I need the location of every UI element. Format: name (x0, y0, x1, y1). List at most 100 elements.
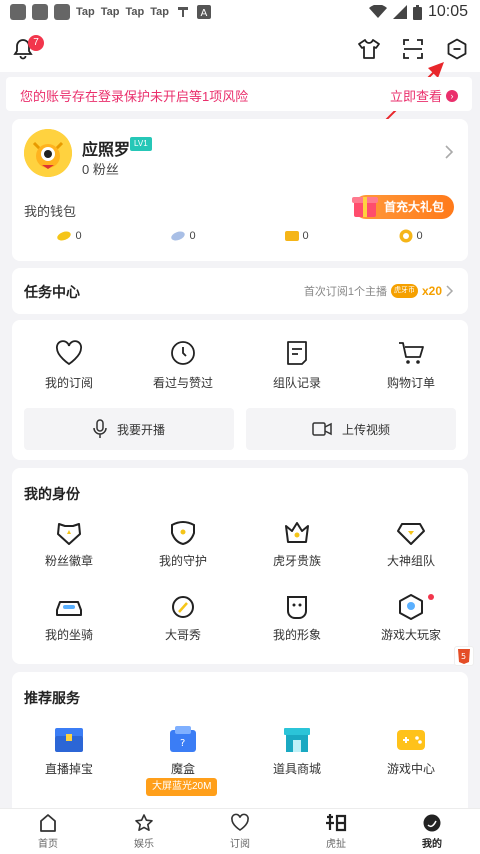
tiger-avatar-icon (24, 129, 72, 177)
html5-icon[interactable]: 5 (454, 646, 474, 666)
tab-huche[interactable]: 虎扯 (288, 809, 384, 854)
quick-label: 看过与赞过 (152, 376, 213, 390)
video-camera-icon (312, 422, 332, 436)
clock-icon (171, 341, 195, 365)
huya-coin-icon (399, 229, 413, 243)
shopping-orders[interactable]: 购物订单 (354, 340, 468, 391)
watched-and-liked[interactable]: 看过与赞过 (126, 340, 240, 391)
arrow-right-circle-icon: › (446, 89, 458, 102)
balance-value: 0 (416, 230, 423, 242)
wifi-icon (368, 5, 387, 18)
master-team[interactable]: 大神组队 (354, 520, 468, 569)
svg-text:?: ? (180, 738, 185, 749)
profile-tab-icon (423, 814, 441, 832)
battery-icon (412, 4, 422, 20)
alert-view-label: 立即查看 (389, 89, 442, 104)
big-brother-show[interactable]: 大哥秀 (126, 594, 240, 643)
identity-label: 大哥秀 (164, 628, 201, 642)
task-reward: x20 (421, 284, 442, 298)
tab-label: 订阅 (230, 839, 250, 850)
signal-icon (392, 5, 407, 19)
alert-text: 您的账号存在登录保护未开启等1项风险 (20, 89, 249, 104)
svg-text:5: 5 (461, 652, 466, 661)
service-label: 游戏中心 (386, 762, 435, 776)
status-app-icon (54, 4, 70, 20)
task-center-row[interactable]: 任务中心 首次订阅1个主播 虎牙币 x20 (12, 268, 468, 314)
status-a-icon: A (197, 5, 211, 19)
tab-entertainment[interactable]: 娱乐 (96, 809, 192, 854)
status-tap-label: Tap (100, 6, 120, 18)
chevron-right-icon (446, 285, 454, 297)
feather-icon (172, 596, 194, 618)
face-icon (287, 596, 307, 619)
huche-logo-icon (326, 814, 347, 832)
identity-label: 我的形象 (272, 628, 321, 642)
tab-label: 首页 (38, 839, 58, 850)
first-charge-gift-button[interactable]: 首充大礼包 (351, 195, 454, 219)
profile-card: 应照罗 LV1 0 粉丝 我的钱包 首充大礼包 0 0 0 0 (12, 119, 468, 261)
quick-label: 购物订单 (386, 376, 435, 390)
quick-actions-card: 我的订阅 看过与赞过 组队记录 购物订单 我要开播 上传视频 (12, 320, 468, 460)
svg-text:A: A (201, 8, 208, 19)
heart-icon (56, 340, 82, 366)
security-alert[interactable]: 您的账号存在登录保护未开启等1项风险 立即查看 › (6, 77, 472, 111)
magic-box-icon: ? (170, 726, 196, 752)
upload-video-button[interactable]: 上传视频 (246, 408, 456, 450)
my-image[interactable]: 我的形象 (240, 594, 354, 643)
my-subscriptions[interactable]: 我的订阅 (12, 340, 126, 391)
tab-mine[interactable]: 我的 (384, 809, 480, 854)
alert-view-link[interactable]: 立即查看 › (390, 86, 458, 105)
coupon-balance[interactable]: 0 (240, 229, 354, 243)
settings-icon (447, 38, 467, 60)
shirt-icon (358, 39, 380, 59)
tab-label: 娱乐 (134, 839, 154, 850)
status-time: 10:05 (427, 3, 468, 20)
star-icon (135, 814, 153, 831)
silver-bean-balance[interactable]: 0 (126, 229, 240, 243)
my-guardian[interactable]: 我的守护 (126, 520, 240, 569)
notification-button[interactable]: 7 (6, 32, 44, 66)
silver-bean-icon (171, 231, 186, 241)
status-tap-label: Tap (125, 6, 145, 18)
tab-home[interactable]: 首页 (0, 809, 96, 854)
tab-subscribe[interactable]: 订阅 (192, 809, 288, 854)
avatar[interactable] (24, 129, 72, 177)
notification-badge: 7 (28, 35, 44, 51)
task-center-title: 任务中心 (24, 284, 80, 300)
wallet-balances: 0 0 0 0 (12, 229, 468, 243)
magic-box[interactable]: ? 魔盒 (126, 724, 240, 777)
my-mount[interactable]: 我的坐骑 (12, 594, 126, 643)
live-drops[interactable]: 直播掉宝 (12, 724, 126, 777)
quick-label: 我的订阅 (44, 376, 93, 390)
fans-count: 0 粉丝 (82, 162, 119, 177)
game-player[interactable]: 游戏大玩家 (354, 594, 468, 643)
crown-icon (285, 522, 309, 543)
username: 应照罗 (82, 142, 131, 159)
shield-icon (171, 521, 195, 546)
gold-bean-balance[interactable]: 0 (12, 229, 126, 243)
identity-label: 大神组队 (386, 554, 435, 568)
car-icon (56, 601, 82, 616)
task-hint: 首次订阅1个主播 (303, 286, 387, 298)
start-broadcast-button[interactable]: 我要开播 (24, 408, 234, 450)
scan-icon (403, 39, 423, 59)
huya-coin-balance[interactable]: 0 (354, 229, 468, 243)
team-records[interactable]: 组队记录 (240, 340, 354, 391)
microphone-icon (93, 419, 107, 438)
heart-icon (231, 813, 249, 831)
balance-value: 0 (75, 230, 82, 242)
game-center[interactable]: 游戏中心 (354, 724, 468, 777)
status-bar: Tap Tap Tap Tap A 10:05 (0, 0, 480, 26)
document-icon (287, 341, 307, 365)
fan-badge[interactable]: 粉丝徽章 (12, 520, 126, 569)
identity-label: 粉丝徽章 (44, 554, 93, 568)
huya-noble[interactable]: 虎牙贵族 (240, 520, 354, 569)
service-label: 魔盒 (170, 762, 195, 776)
new-dot (428, 594, 434, 600)
identity-card: 我的身份 粉丝徽章 我的守护 虎牙贵族 大神组队 我的坐骑 大哥秀 我的形象 游… (12, 468, 468, 664)
tab-label: 我的 (422, 839, 442, 850)
gold-bean-icon (57, 231, 72, 241)
start-broadcast-label: 我要开播 (116, 422, 165, 437)
item-store[interactable]: 道具商城 (240, 724, 354, 777)
chevron-right-icon[interactable] (444, 145, 454, 159)
